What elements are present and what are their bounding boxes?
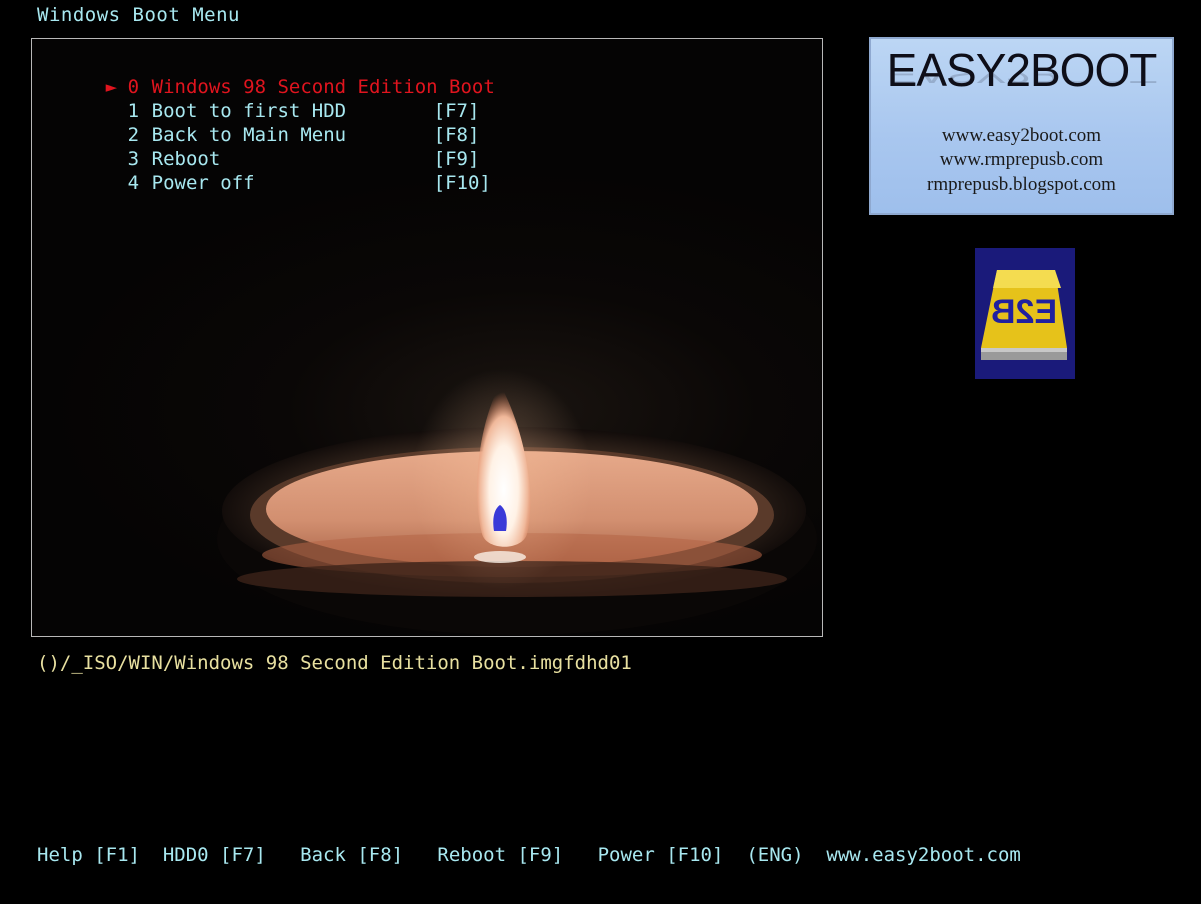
e2b-icon-text: E2B [991, 293, 1057, 331]
logo-url: rmprepusb.blogspot.com [927, 174, 1116, 195]
menu-item-win98[interactable]: ► 0 Windows 98 Second Edition Boot [37, 51, 495, 98]
footer-website: www.easy2boot.com [826, 844, 1021, 866]
menu-item-boot-first-hdd[interactable]: 1 Boot to first HDD [F7] [37, 75, 491, 122]
logo-url: www.easy2boot.com [941, 125, 1102, 146]
menu-item-hotkey: [F10] [433, 172, 491, 194]
hotkey-footer: Help [F1] HDD0 [F7] Back [F8] Reboot [F9… [37, 844, 1021, 866]
footer-back[interactable]: Back [F8] [300, 844, 403, 866]
menu-item-power-off[interactable]: 4 Power off [F10] [37, 147, 491, 194]
logo-url: www.rmprepusb.com [939, 149, 1104, 170]
boot-menu-frame: ► 0 Windows 98 Second Edition Boot 1 Boot t… [31, 38, 823, 637]
footer-hdd0[interactable]: HDD0 [F7] [163, 844, 266, 866]
e2b-drive-icon: E2B [975, 248, 1075, 379]
window-title: Windows Boot Menu [37, 4, 240, 26]
menu-item-reboot[interactable]: 3 Reboot [F9] [37, 123, 491, 170]
boot-menu-list: ► 0 Windows 98 Second Edition Boot 1 Boot t… [37, 51, 495, 194]
menu-item-number: 4 [127, 172, 140, 194]
menu-item-back-main[interactable]: 2 Back to Main Menu [F8] [37, 99, 491, 146]
menu-item-label: Power off [151, 172, 255, 194]
logo-title-reflection: EASY2BOOT [886, 72, 1157, 89]
footer-help[interactable]: Help [F1] [37, 844, 140, 866]
selected-file-path: ()/_ISO/WIN/Windows 98 Second Edition Bo… [37, 652, 632, 674]
footer-power[interactable]: Power [F10] [598, 844, 724, 866]
footer-language: (ENG) [746, 844, 804, 866]
footer-reboot[interactable]: Reboot [F9] [437, 844, 563, 866]
easy2boot-logo: EASY2BOOT EASY2BOOT www.easy2boot.com ww… [869, 37, 1174, 215]
